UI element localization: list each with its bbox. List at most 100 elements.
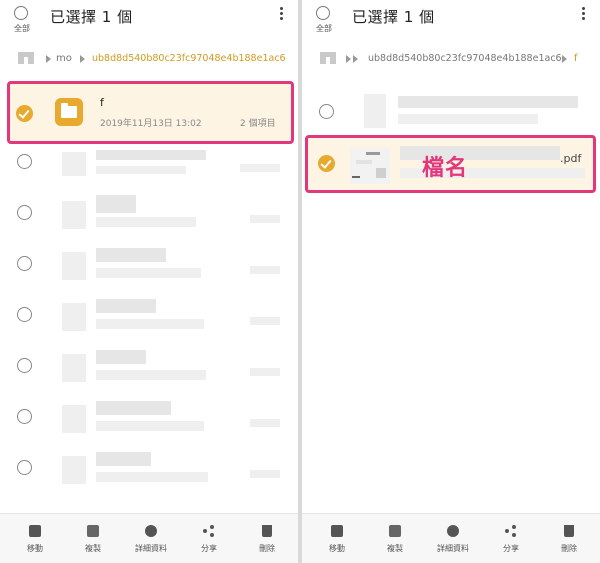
- highlight-box: [7, 81, 294, 144]
- breadcrumb: ub8d8d540b80c23fc97048e4b188e1ac6 f: [302, 46, 600, 72]
- share-button[interactable]: 分享: [184, 514, 234, 563]
- trash-icon: [564, 525, 574, 537]
- kebab-menu-icon[interactable]: [580, 7, 586, 23]
- delete-button[interactable]: 刪除: [242, 514, 292, 563]
- select-all-label: 全部: [14, 24, 30, 33]
- breadcrumb-arrow-icon: [562, 55, 567, 63]
- redacted-text: [96, 421, 204, 431]
- copy-label: 複製: [85, 544, 101, 553]
- selection-header: 全部 已選擇 1 個: [302, 0, 600, 42]
- move-button[interactable]: 移動: [10, 514, 60, 563]
- row-checkbox[interactable]: [17, 154, 32, 169]
- trash-icon: [262, 525, 272, 537]
- redacted-text: [250, 470, 280, 478]
- row-checkbox[interactable]: [17, 256, 32, 271]
- breadcrumb-arrow-icon: [346, 55, 351, 63]
- breadcrumb: mo ub8d8d540b80c23fc97048e4b188e1ac6: [0, 46, 298, 72]
- redacted-text: [250, 266, 280, 274]
- row-checkbox[interactable]: [17, 307, 32, 322]
- redacted-text: [96, 452, 151, 466]
- breadcrumb-arrow-icon: [80, 55, 85, 63]
- home-icon[interactable]: [18, 50, 34, 64]
- selection-header: 全部 已選擇 1 個: [0, 0, 298, 42]
- move-label: 移動: [329, 544, 345, 553]
- list-item[interactable]: [0, 238, 298, 292]
- redacted-text: [96, 166, 186, 174]
- left-panel: 全部 已選擇 1 個 mo ub8d8d540b80c23fc97048e4b1…: [0, 0, 298, 563]
- redacted-text: [96, 319, 204, 329]
- share-icon: [505, 525, 517, 537]
- thumbnail: [62, 252, 86, 280]
- redacted-text: [96, 195, 136, 213]
- delete-button[interactable]: 刪除: [544, 514, 594, 563]
- selection-title: 已選擇 1 個: [352, 8, 435, 26]
- redacted-text: [96, 248, 166, 262]
- move-icon: [29, 525, 41, 537]
- copy-button[interactable]: 複製: [370, 514, 420, 563]
- delete-label: 刪除: [561, 544, 577, 553]
- row-checkbox[interactable]: [17, 205, 32, 220]
- list-item[interactable]: [0, 136, 298, 190]
- breadcrumb-current[interactable]: ub8d8d540b80c23fc97048e4b188e1ac6: [92, 53, 286, 64]
- details-button[interactable]: 詳細資料: [126, 514, 176, 563]
- breadcrumb-arrow-icon: [353, 55, 358, 63]
- list-item[interactable]: [0, 340, 298, 394]
- move-icon: [331, 525, 343, 537]
- share-button[interactable]: 分享: [486, 514, 536, 563]
- row-checkbox[interactable]: [17, 409, 32, 424]
- select-all-checkbox[interactable]: [316, 6, 330, 20]
- redacted-text: [250, 317, 280, 325]
- redacted-text: [250, 419, 280, 427]
- redacted-text: [96, 370, 206, 380]
- list-item[interactable]: [0, 391, 298, 445]
- kebab-menu-icon[interactable]: [278, 7, 284, 23]
- copy-button[interactable]: 複製: [68, 514, 118, 563]
- breadcrumb-item[interactable]: mo: [56, 53, 72, 64]
- details-label: 詳細資料: [437, 544, 469, 553]
- redacted-text: [96, 472, 208, 482]
- info-icon: [447, 525, 459, 537]
- redacted-text: [96, 217, 196, 227]
- redacted-text: [96, 150, 206, 160]
- list-item[interactable]: [0, 442, 298, 496]
- thumbnail: [364, 94, 386, 128]
- redacted-text: [398, 96, 578, 108]
- highlight-box: [305, 135, 596, 193]
- redacted-text: [398, 114, 538, 124]
- bottom-toolbar: 移動 複製 詳細資料 分享 刪除: [302, 513, 600, 563]
- list-item[interactable]: [0, 289, 298, 343]
- home-icon[interactable]: [320, 50, 336, 64]
- share-icon: [203, 525, 215, 537]
- copy-label: 複製: [387, 544, 403, 553]
- list-item[interactable]: [0, 187, 298, 241]
- bottom-toolbar: 移動 複製 詳細資料 分享 刪除: [0, 513, 298, 563]
- thumbnail: [62, 201, 86, 229]
- thumbnail: [62, 405, 86, 433]
- right-panel: 全部 已選擇 1 個 ub8d8d540b80c23fc97048e4b188e…: [302, 0, 600, 563]
- redacted-text: [96, 350, 146, 364]
- breadcrumb-item[interactable]: ub8d8d540b80c23fc97048e4b188e1ac6: [368, 53, 562, 64]
- thumbnail: [62, 354, 86, 382]
- move-label: 移動: [27, 544, 43, 553]
- thumbnail: [62, 456, 86, 484]
- row-checkbox[interactable]: [319, 104, 334, 119]
- copy-icon: [389, 525, 401, 537]
- list-item[interactable]: [302, 86, 600, 140]
- selection-title: 已選擇 1 個: [50, 8, 133, 26]
- redacted-text: [96, 401, 171, 415]
- select-all-label: 全部: [316, 24, 332, 33]
- move-button[interactable]: 移動: [312, 514, 362, 563]
- thumbnail: [62, 303, 86, 331]
- details-label: 詳細資料: [135, 544, 167, 553]
- select-all-checkbox[interactable]: [14, 6, 28, 20]
- redacted-text: [96, 268, 201, 278]
- redacted-text: [250, 215, 280, 223]
- redacted-text: [250, 368, 280, 376]
- breadcrumb-current[interactable]: f: [574, 53, 578, 64]
- details-button[interactable]: 詳細資料: [428, 514, 478, 563]
- row-checkbox[interactable]: [17, 358, 32, 373]
- share-label: 分享: [503, 544, 519, 553]
- share-label: 分享: [201, 544, 217, 553]
- row-checkbox[interactable]: [17, 460, 32, 475]
- breadcrumb-arrow-icon: [46, 55, 51, 63]
